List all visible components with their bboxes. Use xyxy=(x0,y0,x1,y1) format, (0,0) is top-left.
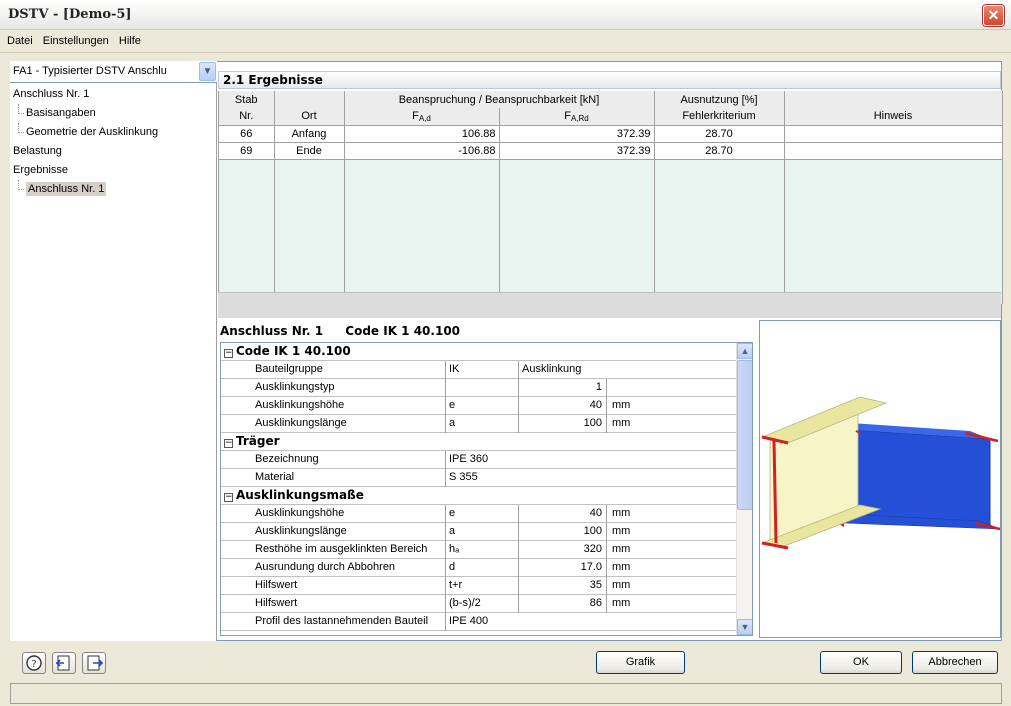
table-row[interactable]: 69 Ende -106.88 372.39 28.70 xyxy=(219,142,1003,160)
property-row[interactable]: Ausklinkungslänge a 100 mm xyxy=(221,523,739,541)
grafik-button[interactable]: Grafik xyxy=(596,651,685,674)
table-header-row: Stab Beanspruchung / Beanspruchbarkeit [… xyxy=(219,91,1003,108)
svg-text:?: ? xyxy=(31,659,36,670)
collapse-icon[interactable]: − xyxy=(224,349,233,358)
navigator-pane: FA1 - Typisierter DSTV Anschlu ▼ Anschlu… xyxy=(10,61,217,641)
col-hinweis-header: Hinweis xyxy=(784,108,1003,126)
scroll-up-icon[interactable]: ▲ xyxy=(737,343,752,359)
tree-item-ergebnisse[interactable]: Ergebnisse xyxy=(10,161,217,180)
tree-item-basisangaben[interactable]: Basisangaben xyxy=(10,104,217,123)
details-header-left: Anschluss Nr. 1 xyxy=(220,324,324,338)
col-ausnutzung-header: Ausnutzung [%] xyxy=(654,91,785,108)
property-row[interactable]: Bezeichnung IPE 360 xyxy=(221,451,739,469)
menu-einstellungen[interactable]: Einstellungen xyxy=(36,31,109,47)
details-property-grid: − Code IK 1 40.100 Bauteilgruppe IK Auskl… xyxy=(220,342,753,636)
window-title: DSTV - [Demo-5] xyxy=(8,7,132,22)
property-row[interactable]: Hilfswert (b-s)/2 86 mm xyxy=(221,595,739,613)
scroll-thumb[interactable] xyxy=(737,360,752,510)
dstv-dialog: DSTV - [Demo-5] ✕ Datei Einstellungen Hi… xyxy=(0,0,1011,706)
menu-hilfe[interactable]: Hilfe xyxy=(112,31,141,47)
table-empty-area xyxy=(219,159,1003,304)
group-traeger[interactable]: − Träger xyxy=(221,433,739,451)
status-bar xyxy=(10,683,1002,704)
title-bar: DSTV - [Demo-5] ✕ xyxy=(0,0,1011,30)
tree-item-ergebnisse-anschluss[interactable]: Anschluss Nr. 1 xyxy=(10,180,217,199)
tree-item-anschluss[interactable]: Anschluss Nr. 1 xyxy=(10,85,217,104)
menu-bar: Datei Einstellungen Hilfe xyxy=(0,31,1011,53)
export-icon xyxy=(87,655,104,671)
close-icon[interactable]: ✕ xyxy=(983,5,1004,26)
details-header: Anschluss Nr. 1 Code IK 1 40.100 xyxy=(220,324,478,338)
collapse-icon[interactable]: − xyxy=(224,493,233,502)
col-fard-header: FA,Rd xyxy=(499,108,655,126)
group-ausklinkungsmasse[interactable]: − Ausklinkungsmaße xyxy=(221,487,739,505)
property-row[interactable]: Bauteilgruppe IK Ausklinkung xyxy=(221,361,739,379)
connection-3d-graphic xyxy=(760,396,1001,550)
results-table: Stab Beanspruchung / Beanspruchbarkeit [… xyxy=(218,91,1003,304)
property-row[interactable]: Ausrundung durch Abbohren d 17.0 mm xyxy=(221,559,739,577)
property-row[interactable]: Material S 355 xyxy=(221,469,739,487)
col-fad-header: FA,d xyxy=(344,108,500,126)
scroll-down-icon[interactable]: ▼ xyxy=(737,619,752,635)
property-row[interactable]: Profil des lastannehmenden Bauteil IPE 4… xyxy=(221,613,739,631)
col-fehlerkriterium-header: Fehlerkriterium xyxy=(654,108,785,126)
navigator-tree: Anschluss Nr. 1 Basisangaben Geometrie d… xyxy=(10,85,217,199)
connection-select-value: FA1 - Typisierter DSTV Anschlu xyxy=(13,65,167,77)
results-section-title: 2.1 Ergebnisse xyxy=(218,71,1001,89)
property-row[interactable]: Ausklinkungslänge a 100 mm xyxy=(221,415,739,433)
help-icon: ? xyxy=(26,655,42,671)
table-row[interactable]: 66 Anfang 106.88 372.39 28.70 xyxy=(219,125,1003,143)
ok-button[interactable]: OK xyxy=(820,651,902,674)
col-stab-nr-header: Nr. xyxy=(219,108,275,126)
import-button[interactable] xyxy=(52,652,76,674)
chevron-down-icon[interactable]: ▼ xyxy=(199,62,216,81)
cancel-button[interactable]: Abbrechen xyxy=(912,651,998,674)
tree-item-belastung[interactable]: Belastung xyxy=(10,142,217,161)
import-icon xyxy=(55,655,70,671)
col-ort-header: Ort xyxy=(274,108,345,126)
details-header-right: Code IK 1 40.100 xyxy=(345,324,461,338)
property-row[interactable]: Hilfswert t+r 35 mm xyxy=(221,577,739,595)
connection-3d-view[interactable] xyxy=(759,320,1001,638)
table-footer-strip xyxy=(218,292,1001,318)
export-button[interactable] xyxy=(82,652,106,674)
connection-select[interactable]: FA1 - Typisierter DSTV Anschlu ▼ xyxy=(10,61,217,83)
col-group-header: Beanspruchung / Beanspruchbarkeit [kN] xyxy=(344,91,655,108)
property-row[interactable]: Resthöhe im ausgeklinkten Bereich hₐ 320… xyxy=(221,541,739,559)
tree-item-geometrie[interactable]: Geometrie der Ausklinkung xyxy=(10,123,217,142)
col-stab-header: Stab xyxy=(219,91,275,108)
group-code[interactable]: − Code IK 1 40.100 xyxy=(221,343,739,361)
table-subheader-row: Nr. Ort FA,d FA,Rd Fehlerkriterium Hinwe… xyxy=(219,108,1003,126)
property-row[interactable]: Ausklinkungstyp 1 xyxy=(221,379,739,397)
collapse-icon[interactable]: − xyxy=(224,439,233,448)
details-scrollbar[interactable]: ▲ ▼ xyxy=(736,343,752,635)
menu-datei[interactable]: Datei xyxy=(0,31,33,47)
property-row[interactable]: Ausklinkungshöhe e 40 mm xyxy=(221,505,739,523)
property-row[interactable]: Ausklinkungshöhe e 40 mm xyxy=(221,397,739,415)
help-button[interactable]: ? xyxy=(22,652,46,674)
